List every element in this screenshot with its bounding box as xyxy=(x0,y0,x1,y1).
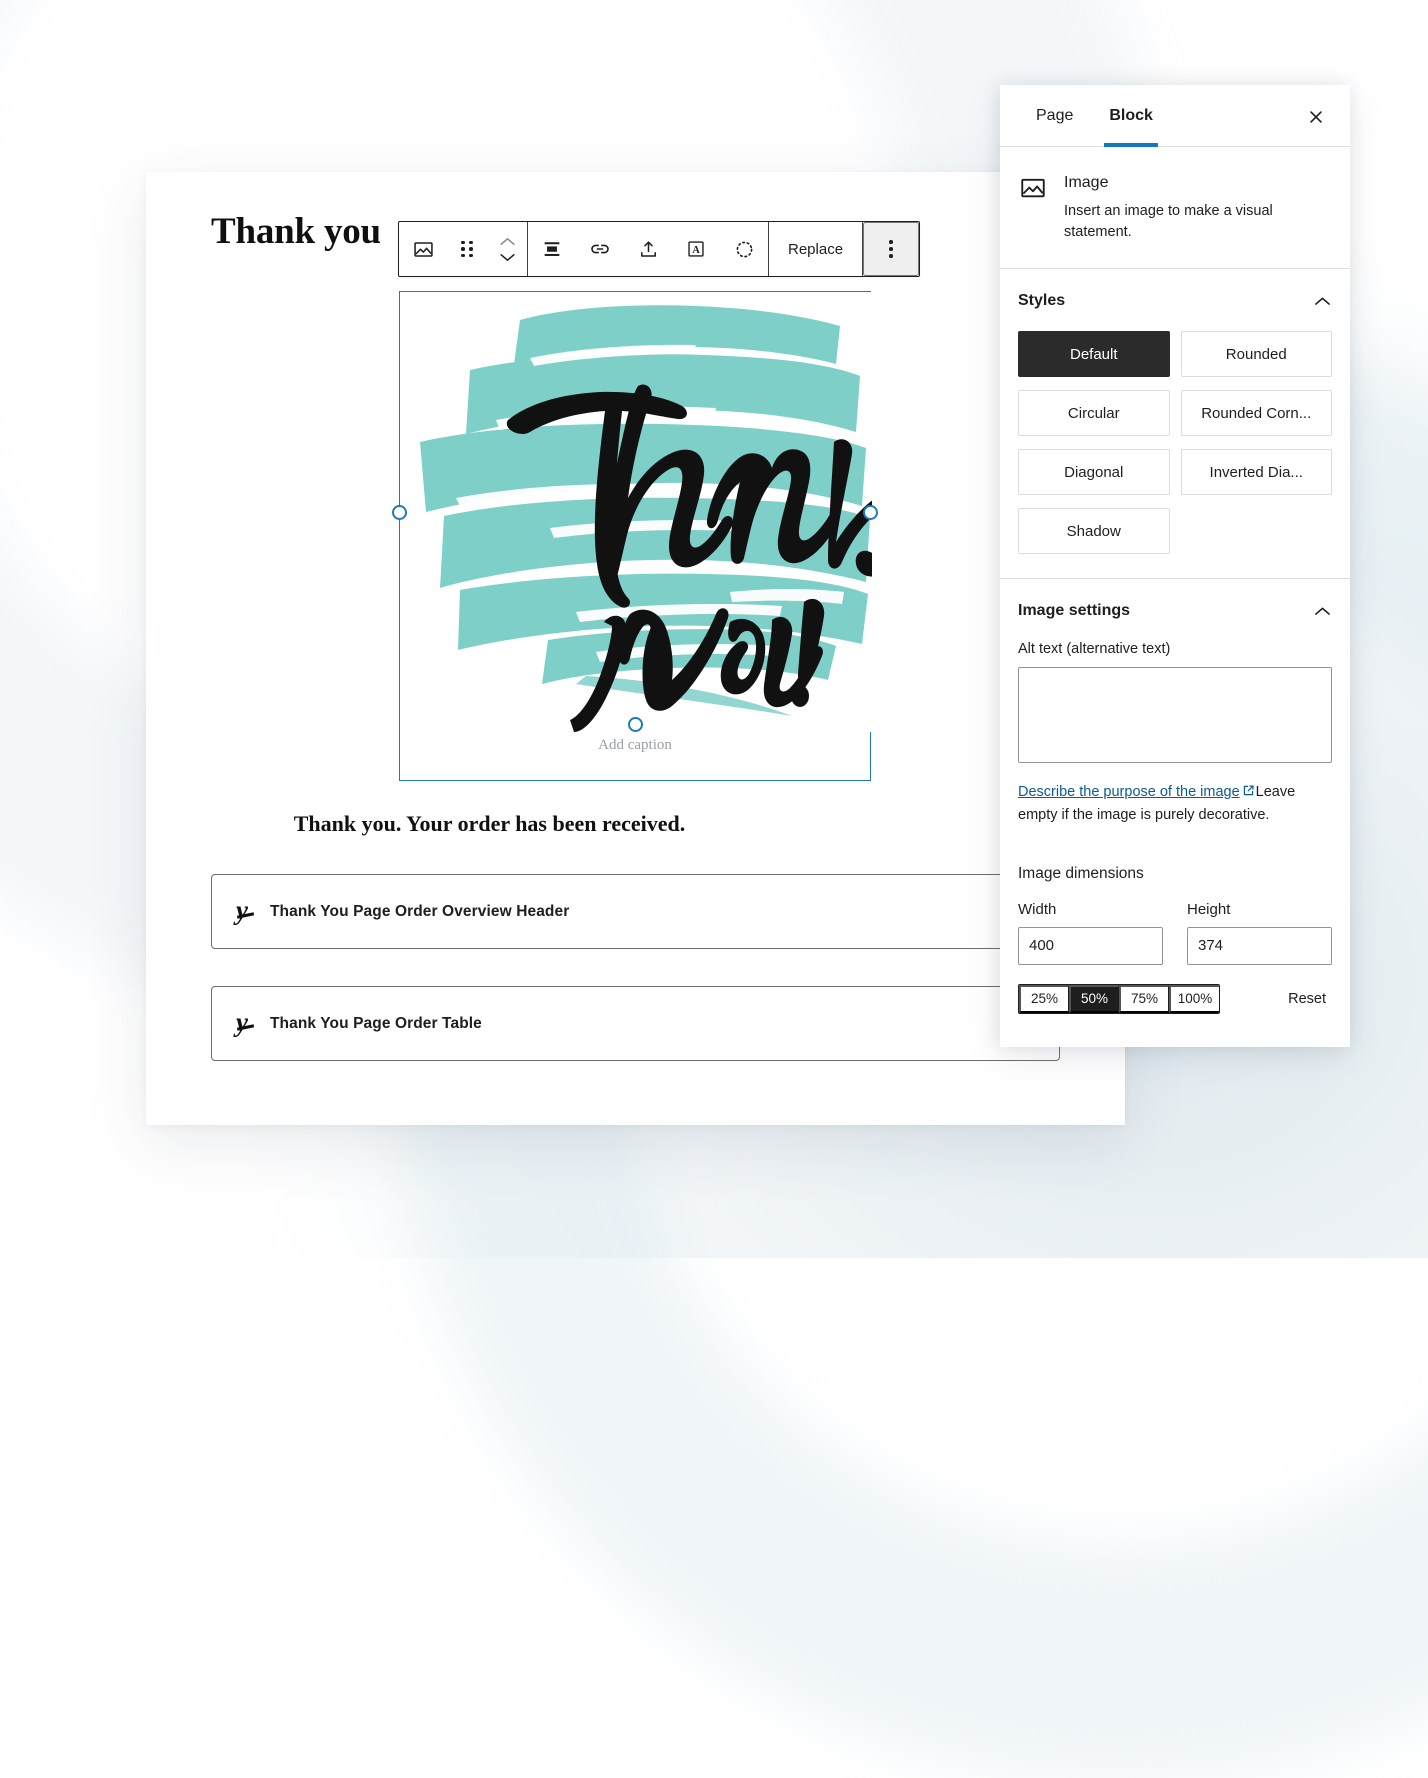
block-label: Thank You Page Order Overview Header xyxy=(269,902,570,920)
scale-75[interactable]: 75% xyxy=(1119,984,1169,1013)
scale-100[interactable]: 100% xyxy=(1169,984,1219,1013)
style-option-rounded-corners[interactable]: Rounded Corn... xyxy=(1180,390,1332,437)
block-order-overview-header[interactable]: y Thank You Page Order Overview Header xyxy=(211,874,1131,949)
resize-handle-right[interactable] xyxy=(863,505,878,520)
scale-50[interactable]: 50% xyxy=(1069,984,1119,1013)
thank-you-artwork xyxy=(400,292,872,732)
height-input[interactable] xyxy=(1187,926,1332,965)
move-up-down-icon[interactable] xyxy=(487,222,527,276)
order-received-text: Thank you. Your order has been received. xyxy=(293,811,686,836)
svg-text:A: A xyxy=(692,245,700,256)
style-option-rounded[interactable]: Rounded xyxy=(1180,331,1332,378)
alt-text-label: Alt text (alternative text) xyxy=(1018,641,1171,658)
style-option-shadow[interactable]: Shadow xyxy=(1018,508,1170,555)
toolbar-group-block xyxy=(399,222,527,276)
caption-placeholder[interactable]: Add caption xyxy=(400,737,870,754)
chevron-up-icon[interactable] xyxy=(1312,601,1332,621)
toolbar-group-format: A xyxy=(528,222,768,276)
image-settings-title: Image settings xyxy=(1018,602,1131,620)
block-label: Thank You Page Order Table xyxy=(269,1014,482,1032)
link-icon[interactable] xyxy=(576,222,624,276)
image-block-selected[interactable]: Add caption xyxy=(392,291,878,781)
close-icon[interactable] xyxy=(1300,101,1332,133)
dimensions-row: Width Height xyxy=(1018,901,1332,965)
block-toolbar: A Replace xyxy=(398,221,921,277)
styles-title: Styles xyxy=(1018,292,1066,310)
drag-handle-icon[interactable] xyxy=(447,222,487,276)
describe-purpose-link[interactable]: Describe the purpose of the image xyxy=(1018,784,1240,800)
block-order-table[interactable]: y Thank You Page Order Table xyxy=(211,986,1060,1061)
yith-logo: y xyxy=(236,895,248,925)
block-type-card: Image Insert an image to make a visual s… xyxy=(1000,147,1350,270)
more-options-icon[interactable] xyxy=(863,222,920,276)
width-field-group: Width xyxy=(1018,901,1163,965)
width-input[interactable] xyxy=(1018,926,1163,965)
scale-button-group: 25% 50% 75% 100% xyxy=(1018,983,1220,1014)
reset-button[interactable]: Reset xyxy=(1282,990,1332,1008)
resize-handle-bottom[interactable] xyxy=(628,717,643,732)
image-icon xyxy=(1018,173,1048,242)
style-option-default[interactable]: Default xyxy=(1018,331,1170,378)
image-dimensions-title: Image dimensions xyxy=(1018,864,1144,882)
settings-panel: Page Block Image Insert an image to make… xyxy=(1000,85,1350,1047)
styles-grid: Default Rounded Circular Rounded Corn...… xyxy=(1018,331,1332,555)
panel-tabs: Page Block xyxy=(1000,85,1350,147)
height-label: Height xyxy=(1187,900,1231,918)
block-type-title: Image xyxy=(1064,174,1109,191)
scale-row: 25% 50% 75% 100% Reset xyxy=(1018,983,1332,1014)
upload-crop-icon[interactable] xyxy=(624,222,672,276)
tab-page[interactable]: Page xyxy=(1018,85,1091,146)
block-type-description: Insert an image to make a visual stateme… xyxy=(1064,203,1273,240)
width-label: Width xyxy=(1018,900,1057,918)
alt-text-input[interactable] xyxy=(1018,667,1332,764)
image-settings-section: Image settings Alt text (alternative tex… xyxy=(1000,579,1350,1038)
resize-handle-left[interactable] xyxy=(392,505,407,520)
tab-block[interactable]: Block xyxy=(1091,85,1171,147)
style-option-inverted-diagonal[interactable]: Inverted Dia... xyxy=(1180,449,1332,496)
align-icon[interactable] xyxy=(528,222,576,276)
toolbar-divider-3 xyxy=(862,222,864,276)
style-option-circular[interactable]: Circular xyxy=(1018,390,1170,437)
chevron-up-icon[interactable] xyxy=(1312,291,1332,311)
replace-button[interactable]: Replace xyxy=(769,222,862,276)
external-link-icon xyxy=(1242,783,1255,805)
alt-text-help: Describe the purpose of the image Leave e… xyxy=(1018,782,1332,827)
scale-25[interactable]: 25% xyxy=(1019,984,1069,1013)
duotone-filter-icon[interactable] xyxy=(720,222,768,276)
styles-section: Styles Default Rounded Circular Rounded … xyxy=(1000,269,1350,580)
page-title: Thank you xyxy=(211,211,381,252)
image-settings-header[interactable]: Image settings xyxy=(1018,601,1332,621)
image-icon[interactable] xyxy=(399,222,447,276)
yith-logo: y xyxy=(236,1007,248,1037)
toolbar-divider xyxy=(527,222,528,276)
text-over-image-icon[interactable]: A xyxy=(672,222,720,276)
styles-section-header[interactable]: Styles xyxy=(1018,291,1332,311)
toolbar-divider-2 xyxy=(768,222,769,276)
style-option-diagonal[interactable]: Diagonal xyxy=(1018,449,1170,496)
height-field-group: Height xyxy=(1187,901,1332,965)
